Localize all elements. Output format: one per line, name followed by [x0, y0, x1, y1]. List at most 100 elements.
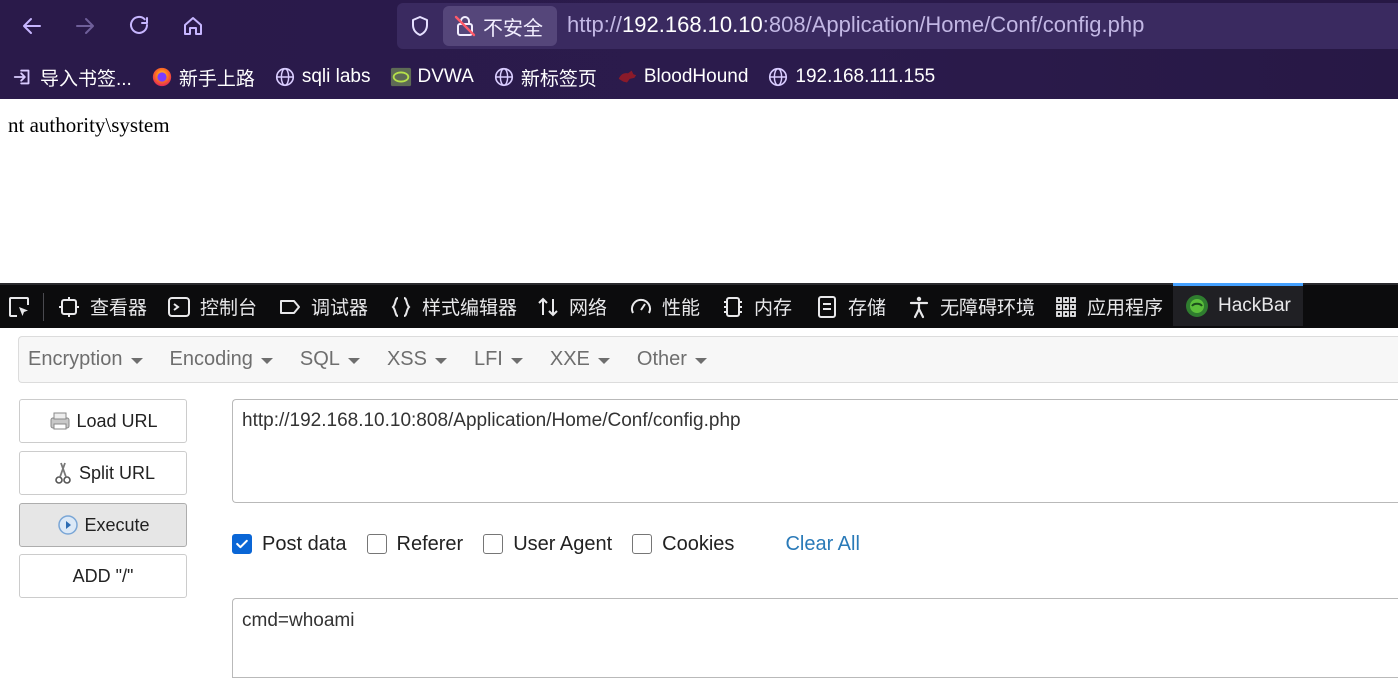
debugger-icon: [280, 299, 300, 314]
menu-lfi[interactable]: LFI: [474, 348, 523, 371]
reload-button[interactable]: [121, 8, 157, 44]
menu-xxe[interactable]: XXE: [550, 348, 610, 371]
tab-label: 应用程序: [1087, 298, 1164, 319]
tab-accessibility[interactable]: 无障碍环境: [907, 285, 1035, 328]
bookmark-192-168-111-155[interactable]: 192.168.111.155: [767, 66, 935, 88]
post-data-option[interactable]: Post data: [232, 533, 347, 556]
menu-other[interactable]: Other: [637, 348, 707, 371]
tracking-protection-button[interactable]: [406, 12, 434, 40]
performance-icon: [631, 298, 651, 313]
tab-inspector[interactable]: 查看器: [57, 285, 147, 328]
firefox-icon: [151, 66, 173, 88]
application-icon: [1056, 296, 1076, 317]
bookmark-import[interactable]: 导入书签...: [12, 64, 132, 91]
caret-down-icon: [434, 358, 447, 364]
site-security-button[interactable]: 不安全: [443, 6, 557, 46]
option-label: Cookies: [662, 532, 735, 555]
caret-down-icon: [347, 358, 360, 364]
tab-hackbar[interactable]: HackBar: [1173, 283, 1303, 326]
memory-icon: [724, 296, 742, 317]
menu-label: XSS: [386, 348, 427, 370]
menu-sql[interactable]: SQL: [300, 348, 360, 371]
caret-down-icon: [694, 358, 707, 364]
bookmark-label: 192.168.111.155: [795, 66, 936, 87]
tab-label: 存储: [848, 298, 887, 319]
tab-label: 控制台: [200, 298, 258, 319]
element-picker-button[interactable]: [7, 285, 40, 328]
tab-label: 样式编辑器: [422, 298, 518, 319]
menu-encryption[interactable]: Encryption: [28, 348, 143, 371]
tab-console[interactable]: 控制台: [167, 285, 257, 328]
storage-icon: [818, 295, 836, 318]
post-data-textarea[interactable]: cmd=whoami: [232, 598, 1398, 678]
dvwa-icon: [390, 66, 412, 88]
cookies-checkbox[interactable]: [632, 534, 653, 554]
home-button[interactable]: [175, 8, 211, 44]
menu-xss[interactable]: XSS: [387, 348, 447, 371]
tab-application[interactable]: 应用程序: [1054, 285, 1163, 328]
option-label: Referer: [396, 532, 464, 555]
console-icon: [168, 296, 190, 317]
hackbar-menu: Encryption Encoding SQL XSS LFI XXE Othe…: [18, 336, 1398, 383]
menu-label: Encoding: [169, 348, 253, 370]
shield-icon: [412, 16, 428, 36]
bookmark-new-tab[interactable]: 新标签页: [493, 64, 597, 91]
referer-option[interactable]: Referer: [366, 532, 464, 556]
split-url-button[interactable]: Split URL: [19, 451, 187, 495]
caret-down-icon: [597, 358, 610, 364]
insecure-lock-icon: [454, 15, 476, 37]
tab-label: 网络: [569, 298, 608, 319]
add-slash-button[interactable]: ADD "/": [19, 554, 187, 598]
user-agent-option[interactable]: User Agent: [483, 533, 612, 556]
inspector-icon: [59, 296, 79, 317]
tab-label: 性能: [662, 298, 701, 319]
forward-button[interactable]: [67, 8, 103, 44]
tab-network[interactable]: 网络: [536, 285, 607, 328]
bookmark-label: 新手上路: [178, 68, 255, 90]
bookmark-label: sqli labs: [301, 66, 371, 87]
tab-style-editor[interactable]: 样式编辑器: [389, 285, 517, 328]
insecure-label: 不安全: [483, 17, 543, 40]
back-button[interactable]: [14, 8, 50, 44]
execute-button[interactable]: Execute: [19, 503, 187, 547]
bookmark-label: 新标签页: [520, 68, 597, 90]
user-agent-checkbox[interactable]: [483, 534, 504, 554]
bookmark-label: 导入书签...: [40, 68, 132, 90]
caret-down-icon: [260, 358, 273, 364]
hackbar-icon: [1186, 295, 1208, 317]
import-icon: [12, 66, 34, 88]
bookmark-label: BloodHound: [643, 66, 749, 87]
clear-all-link[interactable]: Clear All: [785, 533, 859, 556]
tab-label: 调试器: [311, 298, 369, 319]
post-data-checkbox[interactable]: [232, 534, 252, 554]
bookmarks-toolbar: 导入书签... 新手上路 sqli labs DVWA 新标签页 BloodHo…: [0, 56, 1398, 98]
bookmark-sqli-labs[interactable]: sqli labs: [274, 66, 371, 88]
tab-debugger[interactable]: 调试器: [278, 285, 368, 328]
load-url-button[interactable]: Load URL: [19, 399, 187, 443]
forward-arrow-icon: [76, 18, 94, 34]
checkmark-icon: [236, 539, 248, 549]
menu-label: Other: [636, 348, 687, 370]
tab-memory[interactable]: 内存: [721, 285, 792, 328]
network-icon: [538, 297, 558, 316]
tab-performance[interactable]: 性能: [629, 285, 700, 328]
bookmark-getting-started[interactable]: 新手上路: [151, 64, 255, 91]
bookmark-dvwa[interactable]: DVWA: [390, 66, 474, 88]
request-options: Post data Referer User Agent Cookies Cle…: [232, 531, 860, 557]
load-url-icon: [48, 409, 72, 433]
tab-storage[interactable]: 存储: [815, 285, 886, 328]
option-label: User Agent: [513, 532, 613, 555]
cookies-option[interactable]: Cookies: [632, 533, 734, 556]
tab-label: 查看器: [90, 298, 148, 319]
bookmark-bloodhound[interactable]: BloodHound: [616, 66, 749, 88]
menu-encoding[interactable]: Encoding: [170, 348, 273, 371]
accessibility-icon: [909, 296, 929, 318]
scissors-icon: [51, 461, 75, 485]
home-icon: [184, 17, 202, 35]
tab-label: 内存: [754, 298, 793, 319]
referer-checkbox[interactable]: [366, 534, 387, 554]
url-textarea[interactable]: http://192.168.10.10:808/Application/Hom…: [232, 399, 1398, 503]
url-text[interactable]: http://192.168.10.10:808/Application/Hom…: [567, 12, 1144, 38]
caret-down-icon: [130, 358, 143, 364]
url-path: :808/Application/Home/Conf/config.php: [762, 12, 1145, 37]
